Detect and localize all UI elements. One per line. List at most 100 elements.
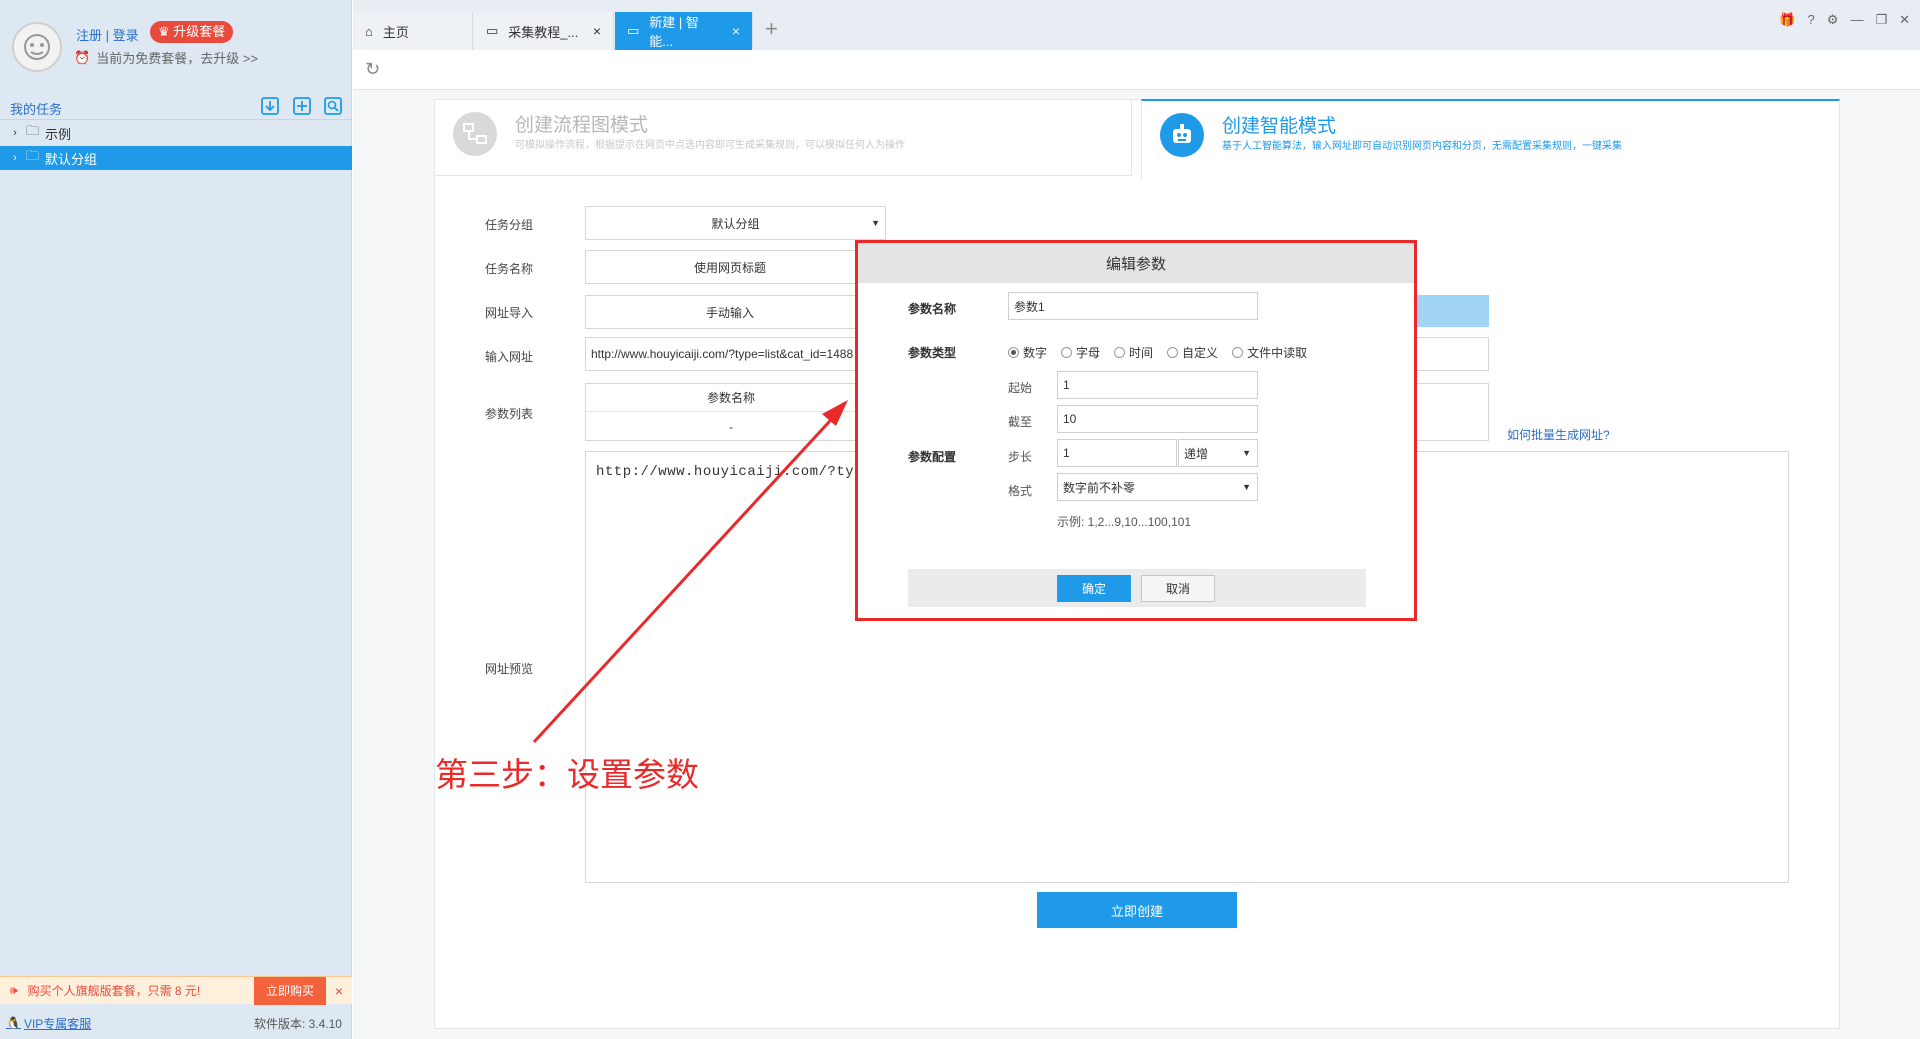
radio-dot xyxy=(1114,347,1126,358)
window-icon: ▭ xyxy=(486,23,499,38)
mode-title: 创建流程图模式 xyxy=(515,115,649,136)
radio-custom[interactable]: 自定义 xyxy=(1167,344,1218,361)
tab-tutorial[interactable]: ▭ 采集教程_... × xyxy=(474,12,614,50)
task-name-field[interactable]: 使用网页标题 xyxy=(585,250,875,284)
register-login-link[interactable]: 注册 | 登录 xyxy=(76,25,139,44)
chevron-right-icon[interactable]: › xyxy=(8,152,22,164)
browser-toolbar: ↻ xyxy=(353,50,1920,90)
search-task-icon[interactable] xyxy=(323,96,343,116)
format-example: 示例: 1,2...9,10...100,101 xyxy=(1057,515,1192,529)
step-mode-select[interactable]: 递增 ▼ xyxy=(1178,439,1258,467)
close-icon[interactable]: × xyxy=(732,23,740,39)
radio-label: 数字 xyxy=(1023,346,1048,360)
radio-letter[interactable]: 字母 xyxy=(1061,344,1100,361)
param-name-value: 参数1 xyxy=(1014,299,1045,314)
cancel-button[interactable]: 取消 xyxy=(1141,575,1215,602)
preview-label: 网址预览 xyxy=(485,662,534,676)
start-value: 1 xyxy=(1063,378,1070,392)
avatar[interactable] xyxy=(12,22,62,72)
url-input[interactable]: http://www.houyicaiji.com/?type=list&cat… xyxy=(585,337,875,371)
group-select[interactable]: 默认分组 ▼ xyxy=(585,206,886,240)
add-tab-icon[interactable]: + xyxy=(765,16,778,42)
start-input[interactable]: 1 xyxy=(1057,371,1258,399)
promo-banner: 🕪 购买个人旗舰版套餐，只需 8 元! 立即购买 × xyxy=(0,976,352,1005)
create-now-button[interactable]: 立即创建 xyxy=(1037,892,1237,928)
caret-down-icon: ▼ xyxy=(871,218,880,228)
window-icon: ▭ xyxy=(627,23,640,38)
vip-support-link[interactable]: 🐧 VIP专属客服 xyxy=(6,1015,91,1032)
task-name-value: 使用网页标题 xyxy=(693,260,766,275)
param-table-cell[interactable]: - xyxy=(586,413,876,441)
minimize-icon[interactable]: — xyxy=(1850,12,1863,28)
url-value: http://www.houyicaiji.com/?type=list&cat… xyxy=(591,347,854,361)
step-value: 1 xyxy=(1063,446,1070,460)
import-task-icon[interactable] xyxy=(260,96,280,116)
help-icon[interactable]: ? xyxy=(1808,12,1815,28)
name-label: 任务名称 xyxy=(485,262,534,276)
tab-home[interactable]: ⌂ 主页 xyxy=(353,12,473,50)
end-value: 10 xyxy=(1063,412,1077,426)
end-input[interactable]: 10 xyxy=(1057,405,1258,433)
tab-label: 新建 | 智能... xyxy=(649,15,699,49)
url-input-extension[interactable] xyxy=(1417,337,1489,371)
param-config-label: 参数配置 xyxy=(908,450,957,464)
buy-now-button[interactable]: 立即购买 xyxy=(253,976,326,1005)
mode-desc: 可模拟操作流程，根据提示在网页中点选内容即可生成采集规则，可以模拟任何人为操作 xyxy=(515,140,905,151)
refresh-icon[interactable]: ↻ xyxy=(365,59,380,80)
url-label: 输入网址 xyxy=(485,350,534,364)
tab-new-smart[interactable]: ▭ 新建 | 智能... × xyxy=(615,12,753,50)
radio-time[interactable]: 时间 xyxy=(1114,344,1153,361)
tree-item-default-group[interactable]: › 🗀 默认分组 xyxy=(0,146,352,170)
radio-dot xyxy=(1008,347,1019,358)
plan-note[interactable]: ⏰ 当前为免费套餐，去升级 >> xyxy=(74,48,258,67)
step-mode-value: 递增 xyxy=(1184,446,1209,461)
version-text: 软件版本: 3.4.10 xyxy=(253,1016,342,1031)
param-name-input[interactable]: 参数1 xyxy=(1008,292,1258,320)
mode-card-smart[interactable]: 创建智能模式 基于人工智能算法，输入网址即可自动识别网页内容和分页，无需配置采集… xyxy=(1141,99,1840,180)
mode-card-flowchart[interactable]: 创建流程图模式 可模拟操作流程，根据提示在网页中点选内容即可生成采集规则，可以模… xyxy=(434,99,1132,176)
user-box: 注册 | 登录 ♛ 升级套餐 ⏰ 当前为免费套餐，去升级 >> xyxy=(0,0,352,90)
tasks-header: 我的任务 xyxy=(0,94,352,120)
folder-icon: 🗀 xyxy=(26,148,40,163)
tree-item-example[interactable]: › 🗀 示例 xyxy=(0,121,352,145)
step-label: 步长 xyxy=(1008,450,1033,464)
upgrade-label: 升级套餐 xyxy=(173,24,226,39)
tree-item-label: 示例 xyxy=(45,126,72,142)
upgrade-button[interactable]: ♛ 升级套餐 xyxy=(150,21,234,43)
start-label: 起始 xyxy=(1008,381,1033,395)
params-label: 参数列表 xyxy=(485,407,534,421)
caret-down-icon: ▼ xyxy=(1242,482,1251,492)
promo-text: 购买个人旗舰版套餐，只需 8 元! xyxy=(27,984,201,998)
close-window-icon[interactable]: ✕ xyxy=(1899,12,1910,28)
chevron-right-icon[interactable]: › xyxy=(8,127,22,139)
tab-label: 主页 xyxy=(382,24,409,40)
bottom-bar: 🐧 VIP专属客服 软件版本: 3.4.10 xyxy=(0,1008,352,1038)
add-task-icon[interactable] xyxy=(292,96,312,116)
tasks-title: 我的任务 xyxy=(10,102,63,117)
radio-label: 自定义 xyxy=(1182,346,1219,360)
import-mode-select[interactable]: 手动输入 xyxy=(585,295,875,329)
flowchart-icon xyxy=(453,112,497,156)
import-value: 手动输入 xyxy=(705,305,754,320)
step-input[interactable]: 1 xyxy=(1057,439,1177,467)
confirm-button[interactable]: 确定 xyxy=(1057,575,1131,602)
group-label: 任务分组 xyxy=(485,218,534,232)
close-icon[interactable]: × xyxy=(326,983,352,999)
gear-icon[interactable]: ⚙ xyxy=(1827,12,1839,28)
batch-generate-link[interactable]: 如何批量生成网址? xyxy=(1507,426,1610,443)
caret-down-icon: ▼ xyxy=(1242,448,1251,458)
plan-note-text: 当前为免费套餐，去升级 >> xyxy=(96,51,258,66)
format-select[interactable]: 数字前不补零 ▼ xyxy=(1057,473,1258,501)
radio-from-file[interactable]: 文件中读取 xyxy=(1232,344,1307,361)
vip-link-label: VIP专属客服 xyxy=(23,1016,92,1031)
param-name-label: 参数名称 xyxy=(908,302,957,316)
gift-icon[interactable]: 🎁 xyxy=(1779,12,1795,28)
home-icon: ⌂ xyxy=(365,23,373,39)
folder-icon: 🗀 xyxy=(26,123,40,138)
restore-icon[interactable]: ❐ xyxy=(1875,12,1887,28)
robot-avatar-icon xyxy=(24,34,50,60)
left-panel: 注册 | 登录 ♛ 升级套餐 ⏰ 当前为免费套餐，去升级 >> 我的任务 › 🗀… xyxy=(0,0,352,1039)
radio-label: 文件中读取 xyxy=(1247,346,1308,360)
radio-number[interactable]: 数字 xyxy=(1008,344,1047,361)
close-icon[interactable]: × xyxy=(593,23,601,39)
